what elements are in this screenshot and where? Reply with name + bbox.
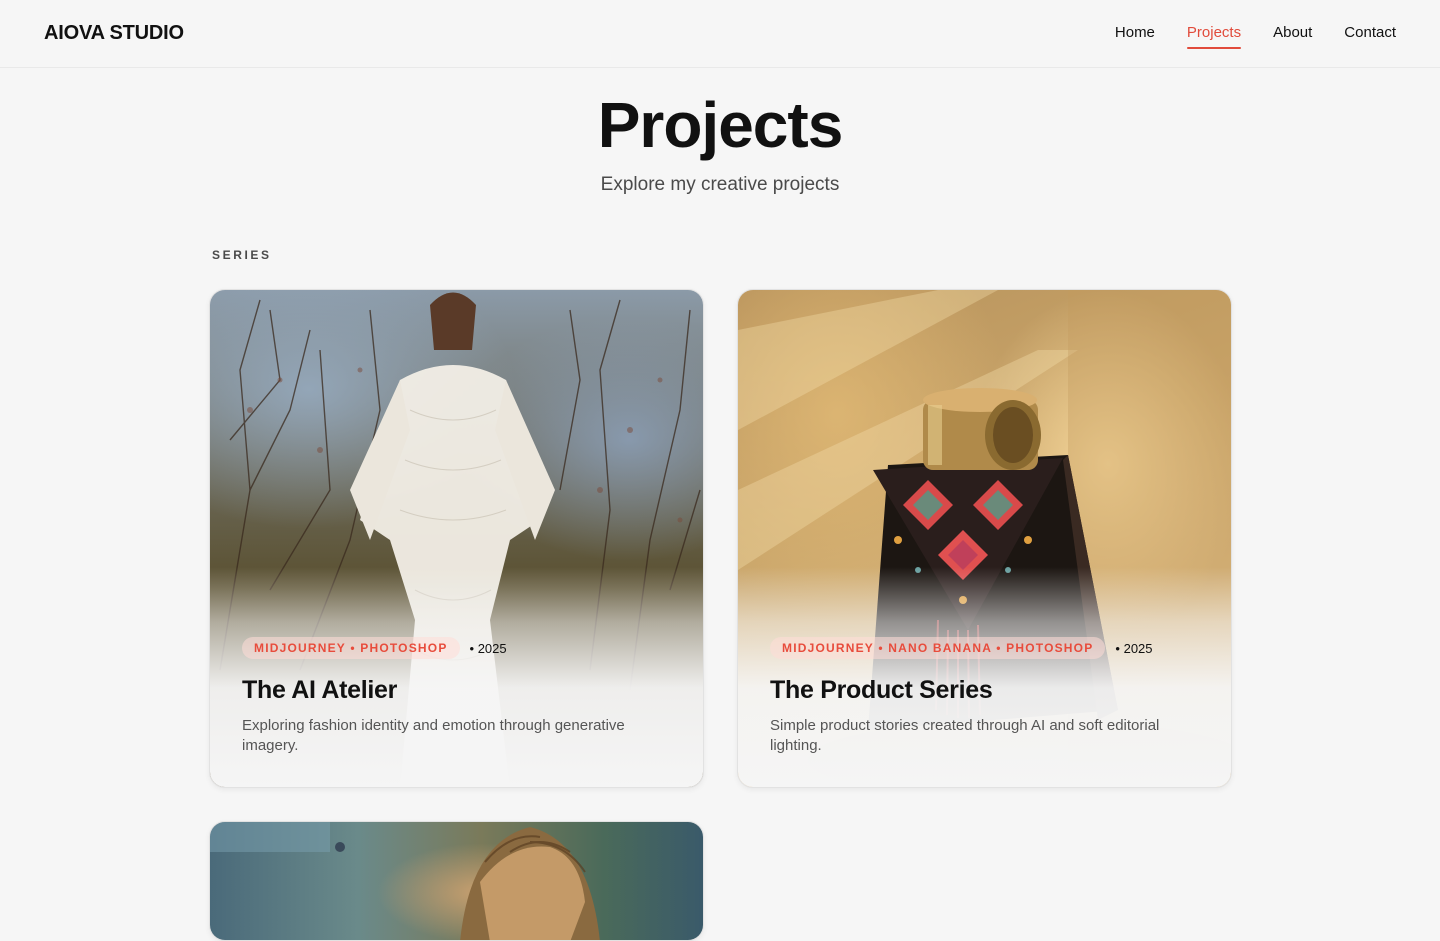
project-card-ai-atelier[interactable]: MIDJOURNEY • PHOTOSHOP • 2025 The AI Ate… <box>209 289 704 788</box>
nav-link-projects[interactable]: Projects <box>1186 24 1242 49</box>
project-image-portrait <box>210 822 703 940</box>
brand-logo[interactable]: AIOVA STUDIO <box>44 22 184 45</box>
page-title: Projects <box>597 89 844 161</box>
year-label: • 2025 <box>469 640 507 656</box>
project-card-third[interactable] <box>209 821 704 941</box>
portrait-photo-illustration <box>210 822 600 940</box>
nav-link-contact[interactable]: Contact <box>1344 24 1396 47</box>
year-label: • 2025 <box>1115 640 1153 656</box>
top-navigation-bar: AIOVA STUDIO Home Projects About Contact <box>0 0 1440 68</box>
project-card-product-series[interactable]: MIDJOURNEY • NANO BANANA • PHOTOSHOP • 2… <box>737 289 1232 788</box>
tools-badge: MIDJOURNEY • PHOTOSHOP <box>242 637 460 659</box>
main-nav: Home Projects About Contact <box>1115 24 1396 49</box>
page-subtitle: Explore my creative projects <box>600 174 840 195</box>
section-label: SERIES <box>212 248 272 262</box>
card-description: Exploring fashion identity and emotion t… <box>242 717 625 754</box>
nav-link-home[interactable]: Home <box>1115 24 1155 47</box>
card-description: Simple product stories created through A… <box>770 717 1160 754</box>
card-title: The Product Series <box>770 676 993 704</box>
card-meta: MIDJOURNEY • NANO BANANA • PHOTOSHOP • 2… <box>770 637 1153 659</box>
card-title: The AI Atelier <box>242 676 398 704</box>
nav-link-about[interactable]: About <box>1273 24 1312 47</box>
card-meta: MIDJOURNEY • PHOTOSHOP • 2025 <box>242 637 507 659</box>
tools-badge: MIDJOURNEY • NANO BANANA • PHOTOSHOP <box>770 637 1106 659</box>
